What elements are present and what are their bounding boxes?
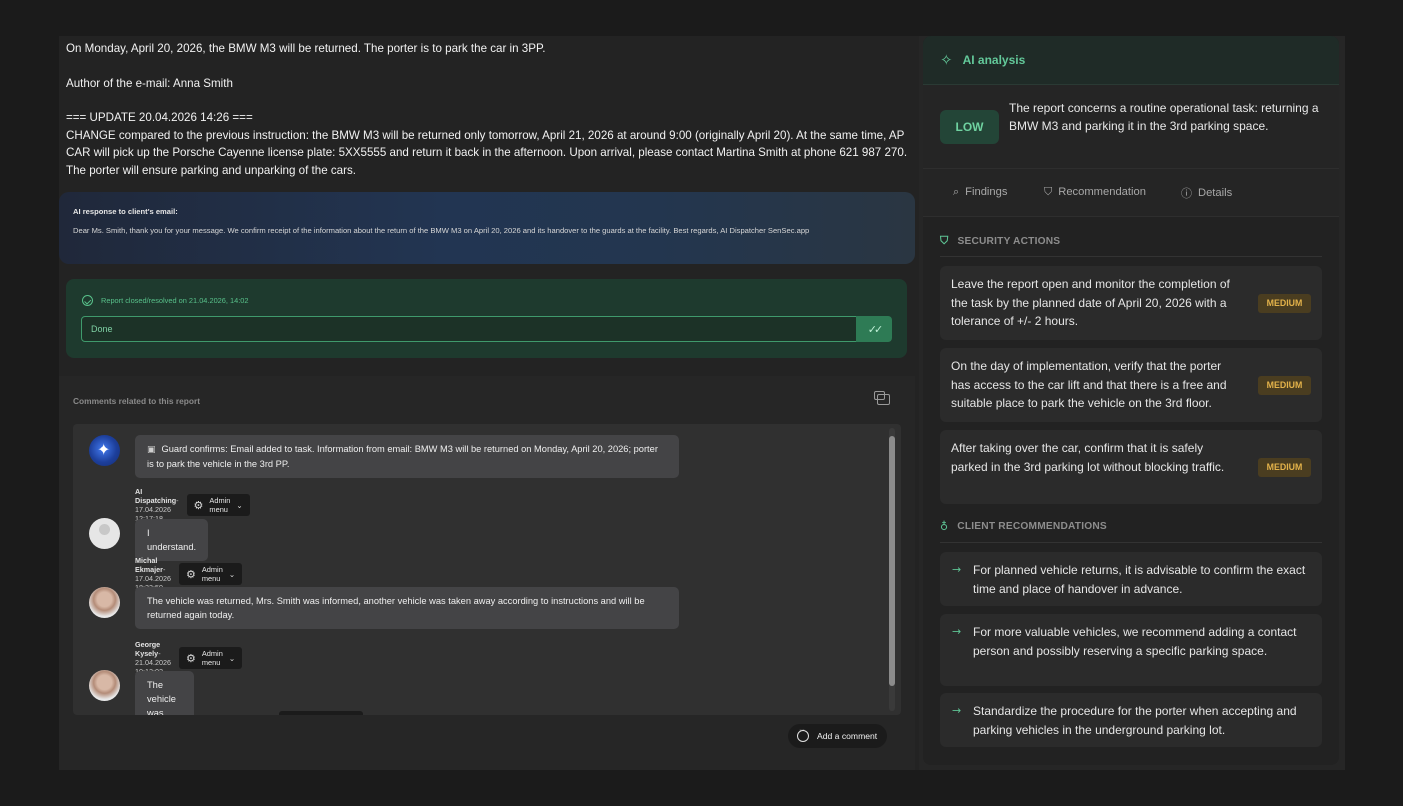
comment-author: Michal Ekmajer xyxy=(135,556,163,574)
gear-icon: ⚙ xyxy=(185,651,196,665)
comment-text: Guard confirms: Email added to task. Inf… xyxy=(147,444,658,469)
security-action-card: On the day of implementation, verify tha… xyxy=(940,348,1322,422)
double-check-icon: ✓✓ xyxy=(867,323,884,336)
tab-findings[interactable]: ⌕ Findings xyxy=(953,185,1007,199)
resolution-status: Report closed/resolved on 21.04.2026, 14… xyxy=(82,295,249,306)
shield-icon: ⛉ xyxy=(1044,185,1053,198)
comment-icon xyxy=(797,727,809,742)
email-update-header: === UPDATE 20.04.2026 14:26 === xyxy=(66,111,253,124)
add-comment-label: Add a comment xyxy=(817,731,878,741)
ai-response-card: AI response to client's email: Dear Ms. … xyxy=(59,192,915,264)
security-action-text: After taking over the car, confirm that … xyxy=(951,441,1225,474)
recommendation-text: For more valuable vehicles, we recommend… xyxy=(973,625,1297,658)
report-detail: On Monday, April 20, 2026, the BMW M3 wi… xyxy=(59,36,919,770)
resolution-panel: Report closed/resolved on 21.04.2026, 14… xyxy=(66,279,907,358)
sparkle-icon: ✧ xyxy=(940,51,953,69)
security-action-card: After taking over the car, confirm that … xyxy=(940,430,1322,504)
comment-author: George Kysely xyxy=(135,640,161,658)
tab-details[interactable]: ⓘ Details xyxy=(1181,185,1232,201)
comment-bubble: The vehicle was returned, Mrs. Smith was… xyxy=(135,587,679,629)
comments-scrollbar[interactable] xyxy=(889,428,895,711)
admin-menu-button[interactable]: ⚙ Admin menu ⌄ xyxy=(178,647,243,669)
recommendation-card: → For planned vehicle returns, it is adv… xyxy=(940,552,1322,606)
client-recommendations-title: CLIENT RECOMMENDATIONS xyxy=(957,521,1107,532)
resolution-status-text: Report closed/resolved on 21.04.2026, 14… xyxy=(101,296,249,305)
admin-menu-label: Admin menu xyxy=(201,649,223,667)
client-recommendations-heading: ♁ CLIENT RECOMMENDATIONS xyxy=(940,520,1107,533)
recommendation-card: → For more valuable vehicles, we recomme… xyxy=(940,614,1322,686)
admin-menu-button[interactable] xyxy=(279,711,363,715)
recommendation-text: Standardize the procedure for the porter… xyxy=(973,704,1297,737)
priority-badge: MEDIUM xyxy=(1258,458,1311,477)
admin-menu-label: Admin menu xyxy=(209,496,231,514)
comments-section: Comments related to this report ▣Guard c… xyxy=(59,376,915,770)
chevron-down-icon: ⌄ xyxy=(236,500,243,510)
confirm-resolution-button[interactable]: ✓✓ xyxy=(856,316,892,342)
resolution-input[interactable]: Done xyxy=(81,316,857,342)
avatar xyxy=(89,670,120,701)
divider xyxy=(940,542,1322,543)
chat-icon[interactable] xyxy=(874,391,890,405)
summary-text: The report concerns a routine operationa… xyxy=(1009,101,1319,133)
comment-bubble: The vehicle was returned and parked. xyxy=(135,671,194,715)
chevron-down-icon: ⌄ xyxy=(228,569,236,579)
ai-response-body: Dear Ms. Smith, thank you for your messa… xyxy=(73,226,810,235)
ai-response-title: AI response to client's email: xyxy=(73,207,178,216)
security-actions-title: SECURITY ACTIONS xyxy=(957,235,1061,247)
tab-label: Details xyxy=(1198,187,1233,199)
arrow-right-icon: → xyxy=(952,563,962,576)
search-icon: ⌕ xyxy=(953,185,960,198)
analysis-summary: LOW The report concerns a routine operat… xyxy=(923,85,1339,169)
info-icon: ⓘ xyxy=(1181,187,1192,200)
ai-analysis-title: AI analysis xyxy=(962,53,1026,67)
security-action-text: Leave the report open and monitor the co… xyxy=(951,277,1230,328)
priority-badge: MEDIUM xyxy=(1258,376,1311,395)
comment-text: I understand. xyxy=(147,528,197,552)
note-icon: ▣ xyxy=(147,445,156,455)
comments-feed[interactable]: ▣Guard confirms: Email added to task. In… xyxy=(73,424,901,715)
security-action-text: On the day of implementation, verify tha… xyxy=(951,359,1227,410)
gear-icon: ⚙ xyxy=(185,567,196,581)
email-line: On Monday, April 20, 2026, the BMW M3 wi… xyxy=(66,42,546,55)
add-comment-button[interactable]: Add a comment xyxy=(788,724,888,748)
tab-recommendation[interactable]: ⛉ Recommendation xyxy=(1044,185,1146,199)
gear-icon: ⚙ xyxy=(193,498,204,512)
ai-analysis-panel: ✧ AI analysis LOW The report concerns a … xyxy=(923,36,1339,765)
email-update-body: CHANGE compared to the previous instruct… xyxy=(66,128,911,177)
divider xyxy=(940,256,1322,257)
app-frame: On Monday, April 20, 2026, the BMW M3 wi… xyxy=(59,36,1345,770)
comment-author: AI Dispatching xyxy=(135,487,177,505)
shield-check-icon: ⛉ xyxy=(940,234,949,247)
comment-text: The vehicle was returned and parked. xyxy=(147,680,176,715)
comments-title: Comments related to this report xyxy=(73,396,201,406)
tab-label: Recommendation xyxy=(1058,186,1146,198)
avatar xyxy=(89,518,120,549)
comment-text: The vehicle was returned, Mrs. Smith was… xyxy=(147,596,645,620)
security-actions-heading: ⛉ SECURITY ACTIONS xyxy=(940,234,1060,248)
comment-bubble: I understand. xyxy=(135,519,209,561)
avatar xyxy=(89,587,120,618)
security-action-card: Leave the report open and monitor the co… xyxy=(940,266,1322,340)
recommendation-text: For planned vehicle returns, it is advis… xyxy=(973,563,1306,596)
comment-bubble: ▣ Guard confirms: Email added to task. In… xyxy=(135,435,679,478)
severity-badge: LOW xyxy=(940,110,999,144)
admin-menu-button[interactable]: ⚙ Admin menu ⌄ xyxy=(178,563,243,585)
arrow-right-icon: → xyxy=(952,704,962,717)
admin-menu-button[interactable]: ⚙ Admin menu ⌄ xyxy=(186,494,250,516)
email-content: On Monday, April 20, 2026, the BMW M3 wi… xyxy=(66,40,911,179)
check-circle-icon xyxy=(82,295,93,306)
ai-analysis-header: ✧ AI analysis xyxy=(923,36,1339,85)
comment-meta: AI Dispatching- 17.04.2026 12:17:18 ⚙ Ad… xyxy=(135,487,250,523)
admin-menu-label: Admin menu xyxy=(201,565,223,583)
lightbulb-icon: ♁ xyxy=(940,520,949,533)
ai-avatar xyxy=(89,435,120,466)
chevron-down-icon: ⌄ xyxy=(228,653,236,663)
email-author: Author of the e-mail: Anna Smith xyxy=(66,76,233,90)
priority-badge: MEDIUM xyxy=(1258,294,1311,313)
recommendation-card: → Standardize the procedure for the port… xyxy=(940,693,1322,747)
scrollbar-thumb[interactable] xyxy=(889,436,895,686)
analysis-tabs: ⌕ Findings ⛉ Recommendation ⓘ Details xyxy=(923,169,1339,217)
arrow-right-icon: → xyxy=(952,625,962,638)
tab-label: Findings xyxy=(965,186,1008,198)
